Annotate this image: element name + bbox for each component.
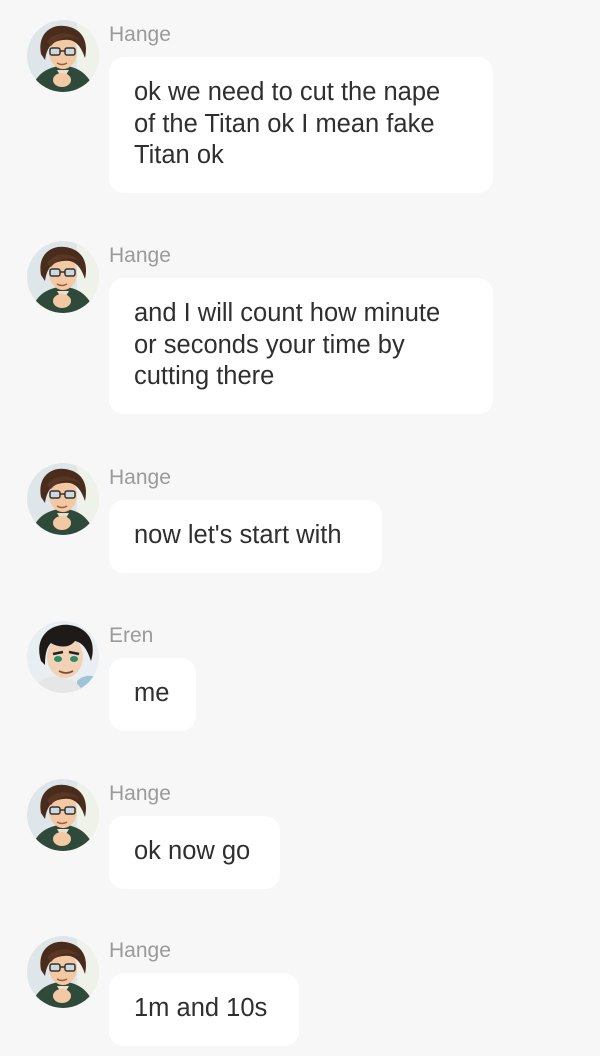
eren-avatar-icon[interactable]: [27, 621, 99, 693]
sender-name: Hange: [109, 23, 171, 46]
sender-name: Eren: [109, 624, 154, 647]
chat-thread: Hange ok we need to cut the nape of the …: [0, 0, 600, 1056]
hange-avatar-icon[interactable]: [27, 241, 99, 313]
sender-name: Hange: [109, 244, 171, 267]
sender-name: Hange: [109, 939, 171, 962]
hange-avatar-icon[interactable]: [27, 20, 99, 92]
sender-name: Hange: [109, 782, 171, 805]
hange-avatar-icon[interactable]: [27, 936, 99, 1008]
sender-name: Hange: [109, 466, 171, 489]
message-bubble[interactable]: 1m and 10s: [109, 973, 299, 1046]
message-bubble[interactable]: ok now go: [109, 816, 280, 889]
message-bubble[interactable]: and I will count how minute or seconds y…: [109, 278, 493, 414]
hange-avatar-icon[interactable]: [27, 463, 99, 535]
hange-avatar-icon[interactable]: [27, 779, 99, 851]
message-bubble[interactable]: me: [109, 658, 196, 731]
message-bubble[interactable]: now let's start with: [109, 500, 382, 573]
message-bubble[interactable]: ok we need to cut the nape of the Titan …: [109, 57, 493, 193]
